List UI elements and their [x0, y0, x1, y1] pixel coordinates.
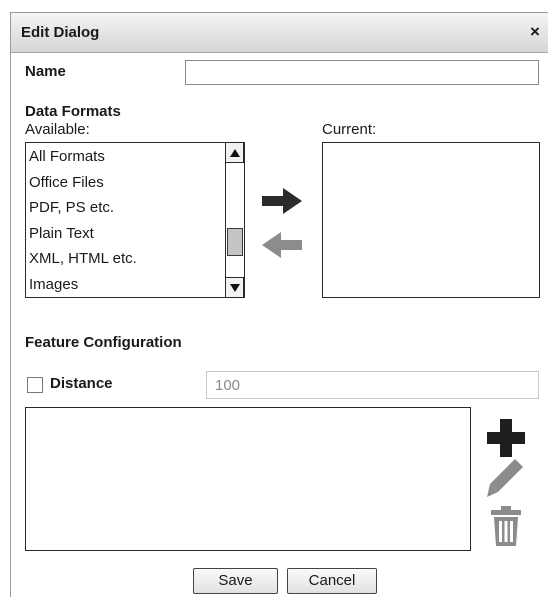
- list-item[interactable]: PDF, PS etc.: [29, 196, 114, 220]
- edit-feature-button[interactable]: [485, 457, 527, 505]
- name-input[interactable]: [185, 60, 539, 85]
- available-formats-list[interactable]: All Formats Office Files PDF, PS etc. Plain…: [25, 142, 245, 298]
- name-label: Name: [25, 63, 66, 80]
- current-formats-list[interactable]: [322, 142, 540, 298]
- available-label: Available:: [25, 121, 90, 138]
- current-label: Current:: [322, 121, 377, 138]
- list-item[interactable]: Office Files: [29, 171, 104, 195]
- data-formats-heading: Data Formats: [25, 103, 121, 120]
- list-item[interactable]: Plain Text: [29, 222, 94, 246]
- list-item[interactable]: All Formats: [29, 145, 105, 169]
- pencil-icon: [487, 459, 523, 497]
- dialog-title: Edit Dialog: [21, 24, 100, 41]
- scroll-down-arrow-icon: [230, 284, 240, 292]
- save-button[interactable]: Save: [193, 568, 278, 594]
- list-item[interactable]: XML, HTML etc.: [29, 247, 137, 271]
- feature-configuration-heading: Feature Configuration: [25, 334, 182, 351]
- trash-icon: [491, 506, 521, 546]
- plus-icon: [487, 419, 525, 457]
- available-list-scrollbar[interactable]: [225, 143, 244, 297]
- dialog-titlebar[interactable]: Edit Dialog ×: [11, 13, 548, 53]
- feature-list-box[interactable]: [25, 407, 471, 551]
- distance-checkbox[interactable]: [27, 377, 43, 393]
- add-format-button[interactable]: [261, 187, 303, 219]
- edit-dialog: Edit Dialog × Name Data Formats Availabl…: [10, 12, 548, 597]
- arrow-right-icon: [262, 188, 302, 214]
- list-item[interactable]: Images: [29, 273, 78, 297]
- scroll-up-arrow-icon: [230, 149, 240, 157]
- scroll-up-button[interactable]: [226, 143, 244, 163]
- close-button[interactable]: ×: [525, 22, 545, 42]
- scroll-thumb[interactable]: [227, 227, 243, 256]
- scroll-down-button[interactable]: [226, 277, 244, 297]
- distance-label: Distance: [50, 375, 113, 392]
- arrow-left-icon: [262, 232, 302, 258]
- delete-feature-button[interactable]: [489, 504, 523, 552]
- cancel-button[interactable]: Cancel: [287, 568, 377, 594]
- remove-format-button[interactable]: [261, 231, 303, 263]
- distance-input[interactable]: [206, 371, 539, 399]
